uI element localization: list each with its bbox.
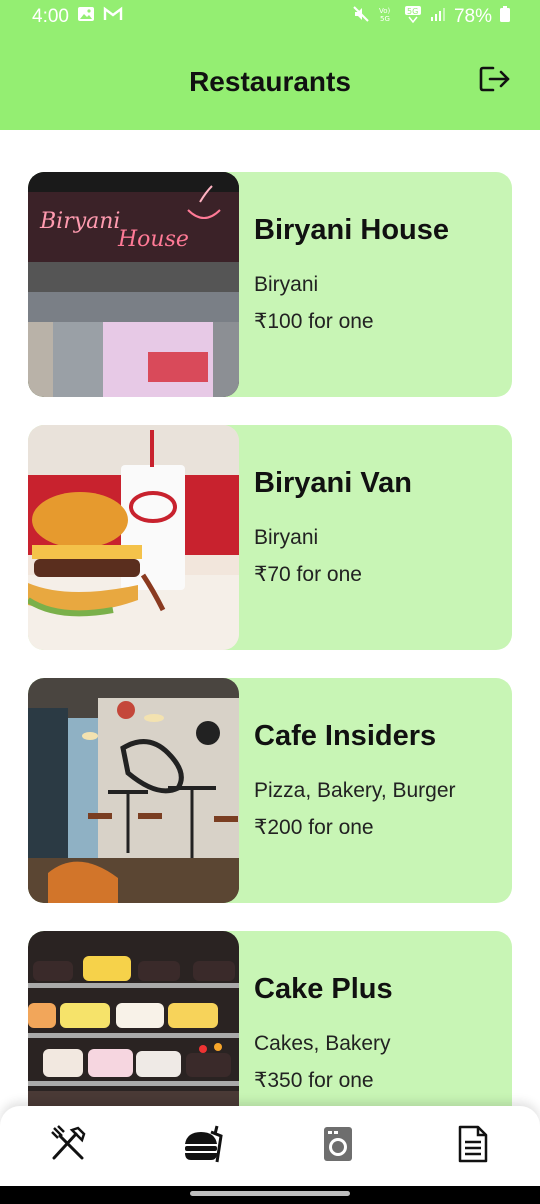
restaurant-card[interactable]: Biryani Van Biryani ₹70 for one — [28, 425, 512, 650]
restaurant-name: Cake Plus — [254, 973, 393, 1005]
mute-icon — [352, 5, 370, 29]
restaurant-cuisine: Pizza, Bakery, Burger — [254, 779, 456, 802]
status-right: Vo) 5G 5G 78% — [352, 5, 510, 29]
restaurant-price: ₹200 for one — [254, 816, 374, 839]
restaurant-cuisine: Biryani — [254, 526, 319, 549]
nav-laundry[interactable] — [308, 1116, 368, 1176]
restaurant-name: Biryani Van — [254, 467, 412, 499]
laundry-icon — [322, 1125, 354, 1168]
restaurant-image: Biryani House — [28, 172, 239, 397]
restaurant-info: Biryani Van Biryani ₹70 for one — [239, 425, 412, 650]
restaurant-price: ₹70 for one — [254, 563, 362, 586]
fork-knife-icon — [48, 1124, 88, 1169]
svg-text:5G: 5G — [407, 7, 418, 16]
restaurant-name: Biryani House — [254, 214, 449, 246]
svg-text:Vo): Vo) — [379, 7, 391, 15]
restaurant-card[interactable]: Biryani House Biryani House Biryani ₹100… — [28, 172, 512, 397]
5g-icon: 5G — [404, 5, 422, 29]
page-title: Restaurants — [189, 66, 351, 97]
status-bar: 4:00 Vo) 5G 5G 78% — [0, 0, 540, 34]
burger-image — [28, 425, 239, 650]
restaurant-image — [28, 678, 239, 903]
gmail-icon — [103, 6, 123, 28]
restaurant-image — [28, 425, 239, 650]
sign-line2: House — [117, 227, 189, 252]
restaurant-cuisine: Biryani — [254, 273, 319, 296]
restaurant-cuisine: Cakes, Bakery — [254, 1032, 391, 1055]
nav-food-delivery[interactable] — [173, 1116, 233, 1176]
app-bar: Restaurants — [0, 34, 540, 130]
restaurant-card[interactable]: Cafe Insiders Pizza, Bakery, Burger ₹200… — [28, 678, 512, 903]
restaurant-info: Biryani House Biryani ₹100 for one — [239, 172, 449, 397]
food-delivery-icon — [181, 1122, 225, 1171]
status-time: 4:00 — [32, 6, 69, 27]
restaurant-name: Cafe Insiders — [254, 720, 437, 752]
nav-restaurants[interactable] — [38, 1116, 98, 1176]
status-left: 4:00 — [32, 6, 123, 28]
logout-button[interactable] — [478, 66, 512, 96]
nav-documents[interactable] — [443, 1116, 503, 1176]
restaurant-price: ₹100 for one — [254, 310, 374, 333]
restaurant-price: ₹350 for one — [254, 1069, 374, 1092]
image-icon — [77, 6, 95, 28]
logout-icon — [479, 65, 511, 98]
system-gesture-bar — [0, 1186, 540, 1204]
signal-icon — [430, 6, 446, 28]
sign-line1: Biryani — [39, 209, 120, 234]
document-icon — [457, 1125, 489, 1168]
volte-icon: Vo) 5G — [378, 5, 396, 29]
storefront-image: Biryani House — [28, 172, 239, 397]
restaurant-info: Cafe Insiders Pizza, Bakery, Burger ₹200… — [239, 678, 456, 903]
battery-percent: 78% — [453, 6, 492, 27]
restaurant-list: Biryani House Biryani House Biryani ₹100… — [28, 172, 512, 1184]
battery-icon — [500, 6, 510, 28]
svg-text:5G: 5G — [380, 15, 390, 23]
home-indicator[interactable] — [190, 1191, 350, 1196]
cafe-interior-image — [28, 678, 239, 903]
bottom-navigation — [0, 1106, 540, 1186]
